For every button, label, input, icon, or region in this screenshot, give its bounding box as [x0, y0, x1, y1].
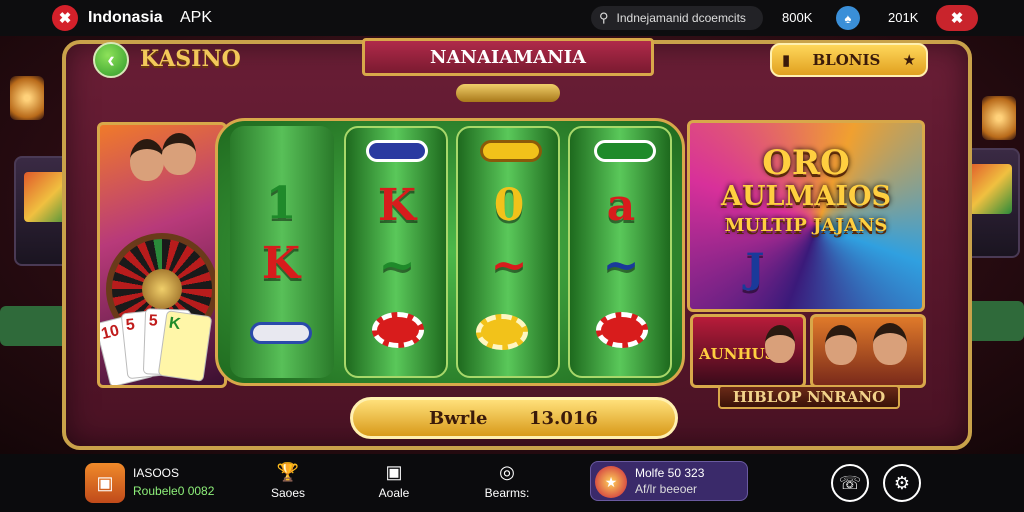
promo-line-2: AULMAIOS: [721, 181, 891, 212]
slot-machine-icon: ▣: [385, 462, 403, 482]
promo-offer-button[interactable]: ★ Molfe 50 323 Af/lr beeoer: [590, 461, 748, 501]
game-subtitle: Roubele0 0082: [133, 484, 215, 498]
star-icon: ★: [902, 52, 916, 69]
poker-chip: [476, 314, 528, 350]
reel-symbol: K: [261, 238, 301, 289]
trophy-icon: 🏆: [276, 462, 300, 482]
gold-bar: [480, 140, 542, 162]
close-button[interactable]: ✖: [936, 5, 978, 31]
poker-chip: [372, 312, 424, 348]
spade-icon[interactable]: ♠: [836, 6, 860, 30]
reel-2: K ~: [344, 126, 448, 378]
reel-symbol: ~: [378, 240, 416, 291]
coin-count: 800K: [782, 10, 813, 25]
game-name: IASOOS: [133, 466, 180, 480]
slot-icon[interactable]: ▣: [85, 463, 125, 503]
close-icon: ✖: [950, 10, 964, 27]
host-face: [130, 139, 164, 181]
reel-symbol: J: [745, 245, 765, 292]
bonus-button[interactable]: ▮ BLONIS ★: [770, 43, 928, 77]
back-arrow-icon: ‹: [107, 47, 115, 72]
settings-button[interactable]: ⚙: [883, 464, 921, 502]
balance-display[interactable]: Bwrle 13.016: [350, 397, 678, 439]
poker-chip: [366, 140, 428, 162]
app-name: Indonasia: [88, 9, 163, 26]
game-banner: NANAIAMANIA: [362, 38, 654, 76]
search-text: Indnejamanid dcoemcits: [616, 11, 746, 25]
promo-line-3: MULTIP JAJANS: [724, 215, 888, 236]
lamp-right: [982, 96, 1016, 140]
reel-3: 0 ~: [456, 126, 560, 378]
top-bar: ✖ Indonasia APK ⚲ Indnejamanid dcoemcits…: [0, 0, 1024, 36]
search-icon: ⚲: [599, 10, 609, 25]
reel-symbol: a: [606, 180, 636, 231]
headset-icon: ☏: [838, 472, 862, 493]
nav-bearms[interactable]: ◎ Bearms:: [482, 462, 532, 502]
host-face: [825, 325, 857, 365]
poker-chip: [250, 322, 312, 344]
nav-aoale[interactable]: ▣ Aoale: [369, 462, 419, 502]
app-logo[interactable]: ✖: [52, 5, 78, 31]
promo-tile-left[interactable]: AUNHUS: [690, 314, 806, 388]
promo-panel[interactable]: ORO AULMAIOS MULTIP JAJANS J: [687, 120, 925, 312]
ticket-icon: ▮: [782, 52, 791, 69]
promo-caption: HIBLOP NNRANO: [718, 385, 900, 409]
nav-label: Aoale: [378, 486, 410, 500]
reel-4: a ~: [568, 126, 672, 378]
back-button[interactable]: ‹: [93, 42, 129, 78]
promo-line-1: ORO: [762, 143, 850, 183]
nav-saoes[interactable]: 🏆 Saoes: [263, 462, 313, 502]
apk-label[interactable]: APK: [180, 9, 212, 27]
left-game-panel[interactable]: 10 5 5 K: [97, 122, 227, 388]
gem-count: 201K: [888, 10, 919, 25]
nav-label: Saoes: [270, 486, 306, 500]
reel-symbol: 0: [493, 180, 525, 231]
balance-value: 13.016: [529, 408, 598, 429]
reel-symbol: K: [377, 180, 417, 231]
reel-symbol: ~: [490, 240, 528, 291]
reel-symbol: 1: [265, 178, 297, 229]
promo-tile-right[interactable]: [810, 314, 926, 388]
playing-card: K: [157, 310, 213, 382]
reel-1: 1 K: [230, 126, 334, 378]
search-box[interactable]: ⚲ Indnejamanid dcoemcits: [591, 6, 763, 30]
chat-icon: ◎: [499, 462, 515, 482]
gift-icon: ★: [595, 466, 627, 498]
host-face: [873, 323, 907, 365]
bonus-label: BLONIS: [812, 51, 881, 69]
support-button[interactable]: ☏: [831, 464, 869, 502]
host-face: [765, 325, 795, 363]
balance-label: Bwrle: [429, 408, 488, 429]
lamp-left: [10, 76, 44, 120]
reel-symbol: ~: [602, 240, 640, 291]
cash-icon: [594, 140, 656, 162]
poker-chip: [596, 312, 648, 348]
promo-offer-title: Molfe 50 323: [635, 466, 705, 480]
promo-offer-sub: Af/lr beeoer: [635, 482, 698, 496]
gear-icon: ⚙: [893, 472, 911, 493]
page-title: KASINO: [140, 46, 241, 72]
logo-glyph: ✖: [58, 10, 72, 27]
gold-ornament: [456, 84, 560, 102]
host-face: [162, 133, 196, 175]
nav-label: Bearms:: [484, 486, 530, 500]
promo-tile-text: AUNHUS: [699, 345, 776, 363]
banner-title: NANAIAMANIA: [430, 46, 586, 68]
